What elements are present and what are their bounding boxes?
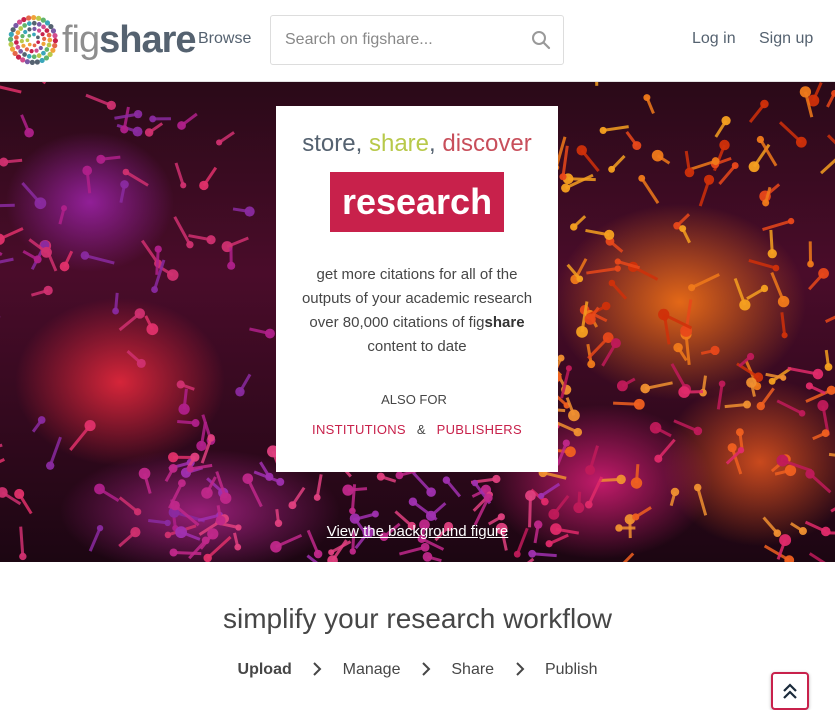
- chevron-right-icon: [296, 662, 338, 679]
- chevron-right-icon: [499, 662, 541, 679]
- tagline-discover: discover: [442, 130, 531, 157]
- figshare-logo[interactable]: figshare: [8, 15, 196, 65]
- signup-link[interactable]: Sign up: [759, 30, 813, 48]
- tagline-share: share: [369, 130, 429, 157]
- ampersand: &: [417, 422, 426, 437]
- site-header: figshare Browse Log in Sign up: [0, 0, 835, 82]
- search-box: [270, 15, 564, 65]
- institutions-link[interactable]: INSTITUTIONS: [312, 422, 406, 437]
- audience-links: INSTITUTIONS&PUBLISHERS: [276, 422, 558, 437]
- view-background-figure-link[interactable]: View the background figure: [0, 523, 835, 540]
- search-button[interactable]: [531, 30, 551, 50]
- step-upload[interactable]: Upload: [238, 661, 292, 679]
- step-share[interactable]: Share: [451, 661, 494, 679]
- publishers-link[interactable]: PUBLISHERS: [437, 422, 522, 437]
- logo-share-text: share: [99, 19, 195, 61]
- search-icon: [531, 30, 551, 50]
- login-link[interactable]: Log in: [692, 30, 736, 48]
- search-input[interactable]: [271, 16, 521, 64]
- figshare-logo-icon: [8, 15, 60, 65]
- research-label: research: [330, 172, 504, 232]
- hero-card: store, share, discover research get more…: [276, 106, 558, 472]
- workflow-steps: Upload Manage Share Publish: [0, 661, 835, 679]
- step-manage[interactable]: Manage: [343, 661, 401, 679]
- double-chevron-up-icon: [782, 682, 798, 700]
- also-for-label: ALSO FOR: [276, 392, 552, 407]
- back-to-top-button[interactable]: [771, 672, 809, 710]
- chevron-right-icon: [405, 662, 447, 679]
- hero-description: get more citations for all of the output…: [296, 263, 538, 359]
- logo-fig-text: fig: [62, 19, 99, 61]
- workflow-title: simplify your research workflow: [0, 603, 835, 635]
- step-publish[interactable]: Publish: [545, 661, 597, 679]
- hero-section: store, share, discover research get more…: [0, 82, 835, 562]
- tagline-store: store: [302, 130, 355, 157]
- tagline: store, share, discover: [276, 130, 558, 158]
- browse-link[interactable]: Browse: [198, 30, 251, 48]
